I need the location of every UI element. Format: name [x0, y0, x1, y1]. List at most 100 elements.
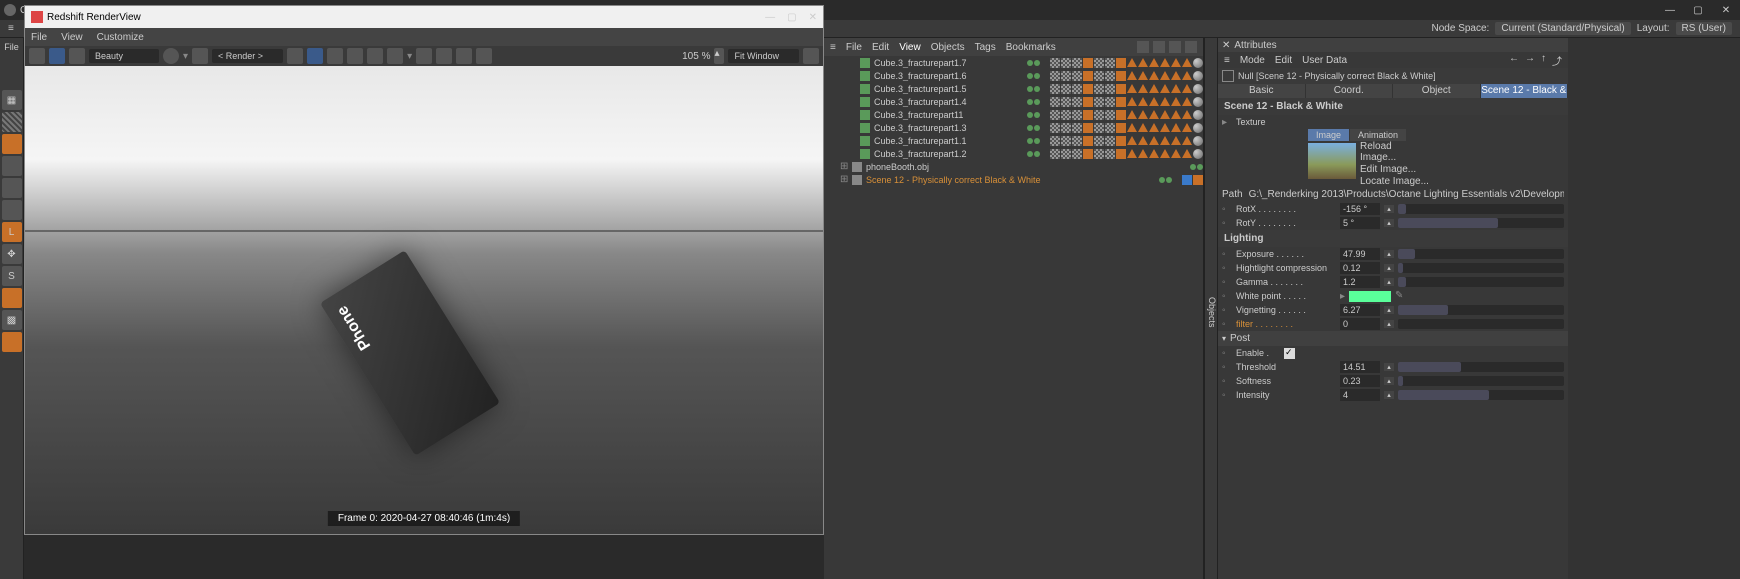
tree-item[interactable]: Cube.3_fracturepart1.7	[824, 56, 1203, 69]
obj-menu-icon[interactable]: ≡	[830, 42, 836, 53]
eye-icon[interactable]	[1169, 41, 1181, 53]
expand-icon[interactable]: ⊞	[840, 161, 848, 172]
tree-item[interactable]: Cube.3_fracturepart1.4	[824, 95, 1203, 108]
attr-menu-userdata[interactable]: User Data	[1302, 55, 1347, 66]
param-value[interactable]: 0.12	[1340, 262, 1380, 274]
param-slider[interactable]	[1398, 305, 1564, 315]
rv-pin-icon[interactable]	[49, 48, 65, 64]
rv-menu-customize[interactable]: Customize	[97, 32, 144, 43]
rv-titlebar[interactable]: Redshift RenderView — ▢ ✕	[25, 6, 823, 28]
obj-menu-edit[interactable]: Edit	[872, 42, 889, 53]
rv-rect3-icon[interactable]	[456, 48, 472, 64]
tool-s[interactable]: S	[2, 266, 22, 286]
obj-menu-bookmarks[interactable]: Bookmarks	[1006, 42, 1056, 53]
host-close[interactable]: ✕	[1716, 5, 1736, 16]
tree-item[interactable]: Cube.3_fracturepart1.6	[824, 69, 1203, 82]
tab-scene12[interactable]: Scene 12 - Black & White	[1481, 84, 1569, 98]
list-icon[interactable]	[1185, 41, 1197, 53]
enable-checkbox[interactable]	[1284, 348, 1295, 359]
param-slider[interactable]	[1398, 319, 1564, 329]
nav-func-icon[interactable]: ⤴	[1552, 53, 1562, 68]
spinner-icon[interactable]: ▴	[1384, 377, 1394, 385]
rv-zoom-spinner[interactable]: ▴	[714, 48, 724, 64]
reload-image-button[interactable]: Reload Image...	[1360, 141, 1430, 163]
obj-menu-tags[interactable]: Tags	[975, 42, 996, 53]
spinner-icon[interactable]: ▴	[1384, 306, 1394, 314]
search-icon[interactable]	[1137, 41, 1149, 53]
rv-refresh-icon[interactable]	[69, 48, 85, 64]
left-menu-file[interactable]: File	[0, 42, 23, 52]
rv-lock-icon[interactable]	[192, 48, 208, 64]
attr-menu-icon[interactable]: ≡	[1224, 55, 1230, 66]
param-anim-icon[interactable]: ◦	[1222, 291, 1232, 302]
subtab-animation[interactable]: Animation	[1350, 129, 1406, 141]
rv-grid2-icon[interactable]	[307, 48, 323, 64]
spinner-icon[interactable]: ▴	[1384, 278, 1394, 286]
tool-5[interactable]	[2, 178, 22, 198]
param-anim-icon[interactable]: ◦	[1222, 376, 1232, 387]
param-value[interactable]: 0.23	[1340, 375, 1380, 387]
tag-icon[interactable]	[1193, 175, 1203, 185]
subtab-image[interactable]: Image	[1308, 129, 1349, 141]
tool-4[interactable]	[2, 156, 22, 176]
rv-menu-file[interactable]: File	[31, 32, 47, 43]
post-header[interactable]: ▾Post	[1218, 331, 1568, 346]
rv-grid3-icon[interactable]	[327, 48, 343, 64]
render-viewport[interactable]: Frame 0: 2020-04-27 08:40:46 (1m:4s)	[25, 66, 823, 534]
param-anim-icon[interactable]: ◦	[1222, 218, 1232, 229]
rv-ring-icon[interactable]	[387, 48, 403, 64]
param-slider[interactable]	[1398, 376, 1564, 386]
param-slider[interactable]	[1398, 362, 1564, 372]
node-space-dropdown[interactable]: Current (Standard/Physical)	[1495, 22, 1630, 35]
tree-item-scene[interactable]: ⊞Scene 12 - Physically correct Black & W…	[824, 173, 1203, 186]
param-anim-icon[interactable]: ◦	[1222, 249, 1232, 260]
tool-move[interactable]: ✥	[2, 244, 22, 264]
spinner-icon[interactable]: ▴	[1384, 363, 1394, 371]
param-slider[interactable]	[1398, 218, 1564, 228]
tab-coord[interactable]: Coord.	[1306, 84, 1394, 98]
tree-item[interactable]: Cube.3_fracturepart1.5	[824, 82, 1203, 95]
rv-grid1-icon[interactable]	[287, 48, 303, 64]
side-tab-objects[interactable]: Objects	[1204, 38, 1218, 579]
tree-item[interactable]: Cube.3_fracturepart11	[824, 108, 1203, 121]
tree-item[interactable]: Cube.3_fracturepart1.3	[824, 121, 1203, 134]
rv-min-button[interactable]: —	[765, 12, 775, 23]
param-value[interactable]: -156 °	[1340, 203, 1380, 215]
spinner-icon[interactable]: ▴	[1384, 320, 1394, 328]
tool-grid-orange[interactable]	[2, 134, 22, 154]
tool-cube[interactable]: ▦	[2, 90, 22, 110]
rv-rect4-icon[interactable]	[476, 48, 492, 64]
host-max[interactable]: ▢	[1688, 5, 1708, 16]
tree-item[interactable]: Cube.3_fracturepart1.2	[824, 147, 1203, 160]
attr-close-icon[interactable]: ✕	[1222, 40, 1230, 51]
param-anim-icon[interactable]: ◦	[1222, 348, 1232, 359]
param-anim-icon[interactable]: ◦	[1222, 204, 1232, 215]
rv-gear-icon[interactable]	[803, 48, 819, 64]
spinner-icon[interactable]: ▴	[1384, 250, 1394, 258]
locate-image-button[interactable]: Locate Image...	[1360, 176, 1430, 187]
tool-mesh[interactable]: ▩	[2, 310, 22, 330]
param-value[interactable]: 4	[1340, 389, 1380, 401]
tab-object[interactable]: Object	[1393, 84, 1481, 98]
tool-6[interactable]	[2, 200, 22, 220]
nav-back-icon[interactable]: ←	[1509, 53, 1519, 68]
color-swatch[interactable]	[1349, 291, 1391, 302]
rv-pass-dropdown[interactable]: Beauty	[89, 49, 159, 63]
object-tree[interactable]: Cube.3_fracturepart1.7Cube.3_fracturepar…	[824, 56, 1203, 579]
obj-menu-objects[interactable]: Objects	[931, 42, 965, 53]
param-value[interactable]: 1.2	[1340, 276, 1380, 288]
tool-l-shape[interactable]: L	[2, 222, 22, 242]
rv-circle-icon[interactable]	[163, 48, 179, 64]
attr-menu-mode[interactable]: Mode	[1240, 55, 1265, 66]
param-value[interactable]: 47.99	[1340, 248, 1380, 260]
param-anim-icon[interactable]: ◦	[1222, 362, 1232, 373]
rv-undo-icon[interactable]	[29, 48, 45, 64]
spinner-icon[interactable]: ▴	[1384, 205, 1394, 213]
tag-icon[interactable]	[1182, 175, 1192, 185]
attr-menu-edit[interactable]: Edit	[1275, 55, 1292, 66]
param-anim-icon[interactable]: ◦	[1222, 277, 1232, 288]
rv-snow-icon[interactable]	[347, 48, 363, 64]
rv-sun-icon[interactable]	[367, 48, 383, 64]
spinner-icon[interactable]: ▴	[1384, 219, 1394, 227]
host-min[interactable]: —	[1660, 5, 1680, 16]
